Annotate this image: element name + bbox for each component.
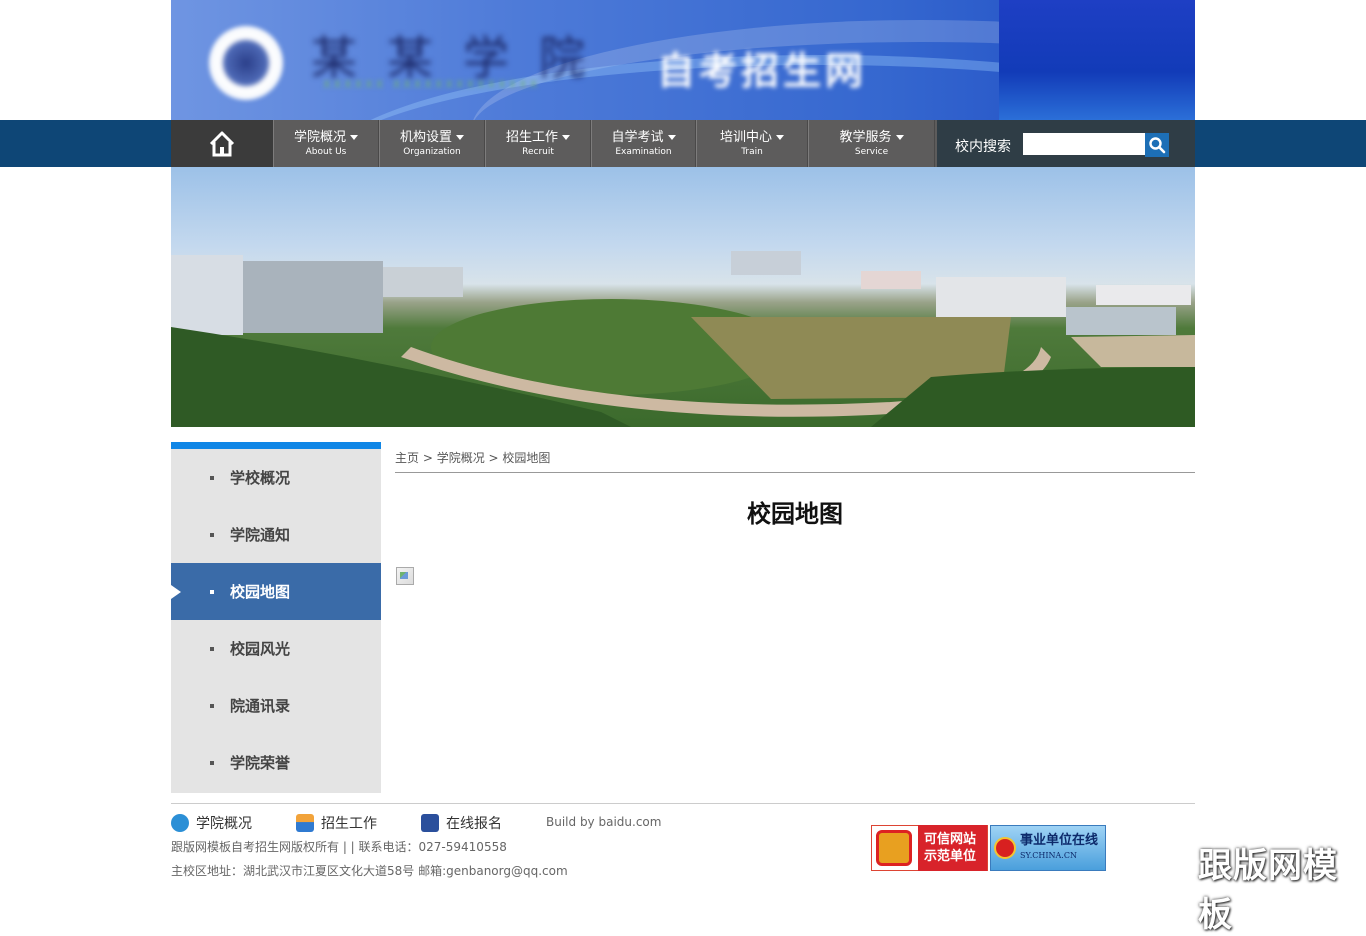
sidebar-item-label: 学校概况 (230, 469, 291, 487)
sidebar-item-label: 学院荣誉 (230, 754, 291, 772)
site-name: 自考招生网 (657, 49, 868, 93)
user-icon (296, 814, 314, 832)
school-logo[interactable] (209, 26, 283, 100)
main-navbar: 学院概况 About Us 机构设置 Organization 招生工作 Rec… (0, 120, 1366, 167)
breadcrumb-section-link[interactable]: 学院概况 (437, 451, 485, 465)
nav-item-label: 学院概况 (293, 129, 346, 145)
footer-link-label: 在线报名 (446, 816, 502, 832)
search-button[interactable] (1145, 133, 1169, 157)
caret-down-icon (776, 134, 784, 140)
bullet-icon (210, 703, 214, 708)
footer-link-register[interactable]: 在线报名 (421, 813, 502, 833)
school-name-english: XXXXXX XXXXXXXXXXXXXX (323, 78, 541, 91)
bullet-icon (210, 646, 214, 651)
sidebar-item-school-overview[interactable]: 学校概况 (171, 449, 381, 506)
banner-right-decoration (999, 0, 1195, 120)
footer-divider (171, 803, 1195, 804)
breadcrumb-current: 校园地图 (502, 451, 551, 465)
sidebar-item-directory[interactable]: 院通讯录 (171, 677, 381, 734)
sidebar-top-bar (171, 442, 381, 449)
nav-item-sublabel: Service (854, 146, 889, 157)
search-icon (1149, 137, 1166, 154)
footer-link-recruit[interactable]: 招生工作 (296, 813, 377, 833)
nav-item-sublabel: Examination (615, 146, 672, 157)
footer-link-label: 招生工作 (321, 816, 377, 832)
home-icon (209, 131, 235, 156)
sidebar-item-label: 院通讯录 (230, 697, 291, 715)
breadcrumb-separator: > (484, 451, 503, 465)
sidebar-item-label: 学院通知 (230, 526, 291, 544)
nav-item-label: 招生工作 (505, 129, 558, 145)
nav-item-sublabel: Recruit (522, 146, 554, 157)
edit-icon (421, 814, 439, 832)
badge-line: 可信网站 (924, 832, 977, 847)
bullet-icon (210, 760, 214, 765)
caret-down-icon (350, 134, 358, 140)
nav-item-label: 机构设置 (399, 129, 452, 145)
badge-line: 示范单位 (924, 849, 977, 864)
nav-menu: 学院概况 About Us 机构设置 Organization 招生工作 Rec… (171, 120, 937, 167)
sidebar-item-notices[interactable]: 学院通知 (171, 506, 381, 563)
trusted-site-badge[interactable]: 可信网站 示范单位 (871, 825, 988, 871)
breadcrumb-separator: > (419, 451, 437, 465)
nav-home-button[interactable] (171, 120, 273, 167)
nav-item-label: 自学考试 (611, 129, 664, 145)
breadcrumb-home-link[interactable]: 主页 (395, 451, 419, 465)
nav-item-sublabel: About Us (305, 146, 347, 157)
breadcrumb-divider (395, 472, 1195, 473)
national-emblem-icon (994, 837, 1016, 859)
sidebar-item-label: 校园地图 (230, 583, 291, 601)
campus-photo-illustration (171, 251, 1195, 427)
bullet-icon (210, 589, 214, 594)
caret-down-icon (895, 134, 904, 140)
header-banner: 某某学院 XXXXXX XXXXXXXXXXXXXX 自考招生网 (171, 0, 1195, 120)
nav-item-label: 培训中心 (719, 129, 772, 145)
copyright-text: 跟版网模板自考招生网版权所有 | | 联系电话：027-59410558 (171, 840, 507, 854)
public-institution-badge[interactable]: 事业单位在线 SY.CHINA.CN (990, 825, 1106, 871)
broken-image-icon (396, 567, 414, 585)
nav-item-examination[interactable]: 自学考试 Examination (591, 120, 696, 167)
breadcrumb: 主页 > 学院概况 > 校园地图 (395, 449, 550, 466)
caret-down-icon (456, 134, 464, 140)
nav-item-sublabel: Organization (403, 146, 461, 157)
nav-item-label: 教学服务 (839, 129, 892, 145)
bullet-icon (210, 475, 214, 480)
watermark-text: 跟版网模板 (1198, 846, 1338, 935)
footer-link-label: 学院概况 (196, 816, 252, 832)
caret-down-icon (667, 134, 676, 140)
caret-down-icon (562, 134, 570, 140)
badge-subtitle: SY.CHINA.CN (1020, 851, 1077, 860)
build-credit: Build by baidu.com (546, 815, 662, 829)
search-input[interactable] (1023, 133, 1145, 155)
sidebar-item-label: 校园风光 (230, 640, 291, 658)
nav-item-recruit[interactable]: 招生工作 Recruit (485, 120, 591, 167)
sidebar-item-honors[interactable]: 学院荣誉 (171, 734, 381, 791)
badge-title: 事业单位在线 (1020, 833, 1099, 848)
chat-bubble-icon (171, 814, 189, 832)
page-title: 校园地图 (747, 500, 843, 528)
search-label: 校内搜索 (955, 139, 1011, 155)
trusted-site-badge-text: 可信网站 示范单位 (918, 825, 987, 871)
campus-panorama-image (171, 167, 1195, 427)
sidebar-menu: 学校概况 学院通知 校园地图 校园风光 院通讯录 学院荣誉 (171, 442, 381, 793)
public-institution-badge-text: 事业单位在线 SY.CHINA.CN (1020, 833, 1098, 863)
trusted-site-logo-icon (876, 830, 912, 866)
nav-item-organization[interactable]: 机构设置 Organization (379, 120, 485, 167)
nav-item-about[interactable]: 学院概况 About Us (273, 120, 379, 167)
nav-item-service[interactable]: 教学服务 Service (808, 120, 935, 167)
bullet-icon (210, 532, 214, 537)
footer-link-about[interactable]: 学院概况 (171, 813, 252, 833)
sidebar-item-campus-map[interactable]: 校园地图 (171, 563, 381, 620)
nav-item-sublabel: Train (741, 146, 763, 157)
sidebar-item-campus-scenery[interactable]: 校园风光 (171, 620, 381, 677)
active-arrow-icon (171, 585, 181, 599)
search-area: 校内搜索 (937, 120, 1195, 167)
nav-item-train[interactable]: 培训中心 Train (696, 120, 808, 167)
address-text: 主校区地址：湖北武汉市江夏区文化大道58号 邮箱:genbanorg@qq.co… (171, 864, 568, 878)
